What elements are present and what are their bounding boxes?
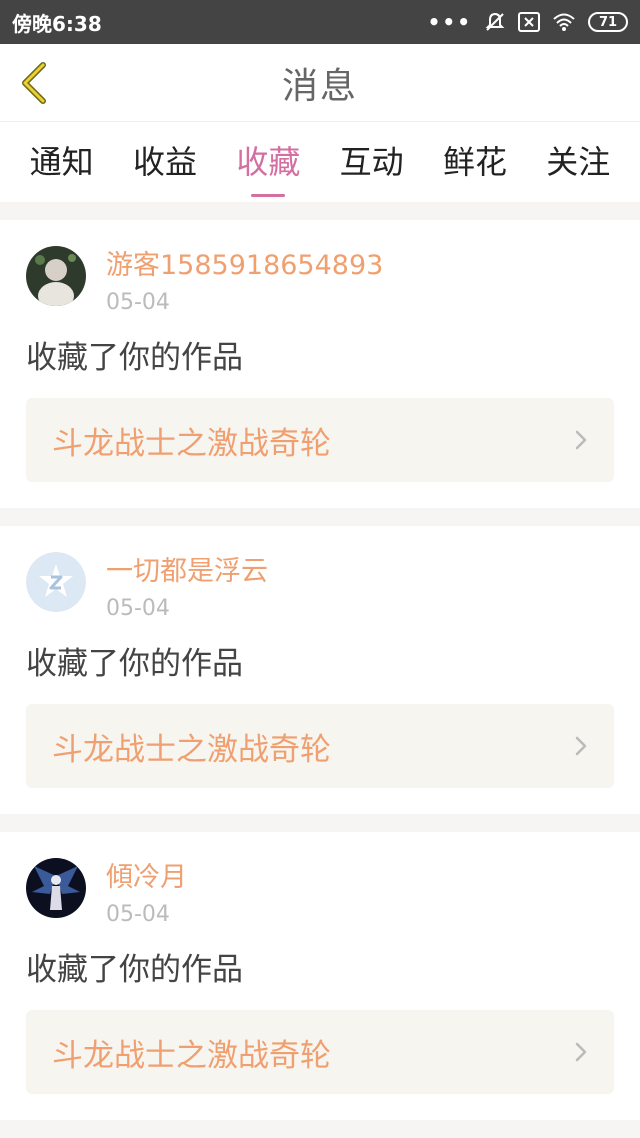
back-button[interactable] [14, 61, 54, 105]
user-meta: 傾冷月 05-04 [106, 862, 187, 928]
user-row: 傾冷月 05-04 [26, 832, 614, 928]
avatar[interactable] [26, 246, 86, 306]
work-title: 斗龙战士之激战奇轮 [52, 1037, 331, 1074]
message-date: 05-04 [106, 596, 170, 621]
work-link[interactable]: 斗龙战士之激战奇轮 [26, 398, 614, 482]
wifi-icon [552, 12, 576, 32]
user-meta: 游客1585918654893 05-04 [106, 250, 383, 316]
work-title: 斗龙战士之激战奇轮 [52, 731, 331, 768]
work-link[interactable]: 斗龙战士之激战奇轮 [26, 704, 614, 788]
work-link[interactable]: 斗龙战士之激战奇轮 [26, 1010, 614, 1094]
list-item: 一切都是浮云 05-04 收藏了你的作品 斗龙战士之激战奇轮 [0, 526, 640, 814]
message-text: 收藏了你的作品 [26, 952, 243, 988]
message-text: 收藏了你的作品 [26, 646, 243, 682]
avatar[interactable] [26, 552, 86, 612]
tab-bar: 通知 收益 收藏 互动 鲜花 关注 [0, 122, 640, 202]
status-bar: 傍晚6:38 ••• 71 [0, 0, 640, 44]
user-name[interactable]: 一切都是浮云 [106, 556, 268, 588]
status-time: 傍晚6:38 [12, 11, 102, 36]
message-date: 05-04 [106, 902, 170, 927]
message-text: 收藏了你的作品 [26, 340, 243, 376]
user-name[interactable]: 傾冷月 [106, 862, 187, 894]
header: 消息 [0, 44, 640, 122]
user-meta: 一切都是浮云 05-04 [106, 556, 268, 622]
tab-favorites[interactable]: 收藏 [236, 137, 300, 197]
sim-error-icon [518, 12, 540, 32]
more-dots-icon: ••• [427, 10, 472, 34]
work-title: 斗龙战士之激战奇轮 [52, 425, 331, 462]
page-title: 消息 [281, 65, 358, 107]
list-item: 傾冷月 05-04 收藏了你的作品 斗龙战士之激战奇轮 [0, 832, 640, 1120]
user-name[interactable]: 游客1585918654893 [106, 250, 383, 282]
status-icons: ••• 71 [428, 10, 628, 34]
tab-notification[interactable]: 通知 [30, 137, 94, 187]
tab-flowers[interactable]: 鲜花 [443, 137, 507, 187]
bell-mute-icon [484, 11, 506, 33]
message-date: 05-04 [106, 290, 170, 315]
tab-interaction[interactable]: 互动 [340, 137, 404, 187]
chevron-right-icon [574, 428, 588, 452]
list-item: 游客1585918654893 05-04 收藏了你的作品 斗龙战士之激战奇轮 [0, 220, 640, 508]
chevron-left-icon [22, 62, 46, 104]
tab-earnings[interactable]: 收益 [133, 137, 197, 187]
tab-follow[interactable]: 关注 [546, 137, 610, 187]
message-list: 游客1585918654893 05-04 收藏了你的作品 斗龙战士之激战奇轮 … [0, 202, 640, 1120]
chevron-right-icon [574, 734, 588, 758]
user-row: 一切都是浮云 05-04 [26, 526, 614, 622]
battery-level: 71 [588, 12, 628, 32]
battery-icon: 71 [588, 12, 628, 32]
chevron-right-icon [574, 1040, 588, 1064]
user-row: 游客1585918654893 05-04 [26, 220, 614, 316]
avatar[interactable] [26, 858, 86, 918]
